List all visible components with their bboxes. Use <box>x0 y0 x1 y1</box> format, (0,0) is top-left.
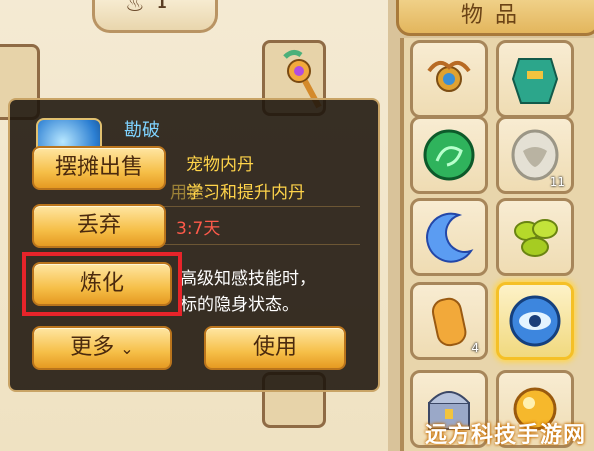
bag-slot-ornament[interactable] <box>410 40 488 118</box>
armor-icon <box>511 58 559 104</box>
bag-slot-armor[interactable] <box>496 40 574 118</box>
slot-quantity: 11 <box>549 175 565 189</box>
jade-dragon-icon <box>423 129 475 181</box>
top-tab[interactable]: ♨ 1 <box>92 0 218 33</box>
sell-stall-button[interactable]: 摆摊出售 <box>32 146 166 190</box>
bag-slot-crescent-gem[interactable] <box>410 198 488 276</box>
amber-stone-icon <box>431 297 467 347</box>
item-name: 勘破 <box>124 120 160 141</box>
item-description-line-1: 高级知感技能时， <box>180 269 316 289</box>
bag-slot-jade-dragon[interactable] <box>410 116 488 194</box>
crescent-gem-icon <box>426 212 474 263</box>
ornament-icon <box>427 60 471 92</box>
discard-button[interactable]: 丢弃 <box>32 204 166 248</box>
eye-orb-icon <box>509 295 561 347</box>
refine-highlight-frame <box>22 252 182 316</box>
use-button[interactable]: 使用 <box>204 326 346 370</box>
watermark: 远方科技手游网 <box>424 423 586 448</box>
more-button[interactable]: 更多 ⌄ <box>32 326 172 370</box>
bag-slot-tiger-jade[interactable]: 11 <box>496 116 574 194</box>
item-use: 学习和提升内丹 <box>186 183 305 203</box>
bag-slot-green-beans[interactable] <box>496 198 574 276</box>
slot-quantity: 4 <box>471 341 479 355</box>
item-description-line-2: 标的隐身状态。 <box>180 295 299 315</box>
item-type: 宠物内丹 <box>186 155 254 175</box>
bag-title: 物品 <box>461 3 530 28</box>
bag-slot-amber-stone[interactable]: 4 <box>410 282 488 360</box>
bag-header: 物品 <box>396 0 594 36</box>
item-time-remaining: 3:7天 <box>176 219 221 239</box>
more-label: 更多 <box>70 335 115 360</box>
tab-count: 1 <box>157 0 167 12</box>
chevron-down-icon: ⌄ <box>120 339 134 358</box>
bag-slot-eye-orb-selected[interactable] <box>496 282 574 360</box>
green-beans-icon <box>514 219 558 257</box>
pet-tab-icon: ♨ <box>125 0 145 17</box>
